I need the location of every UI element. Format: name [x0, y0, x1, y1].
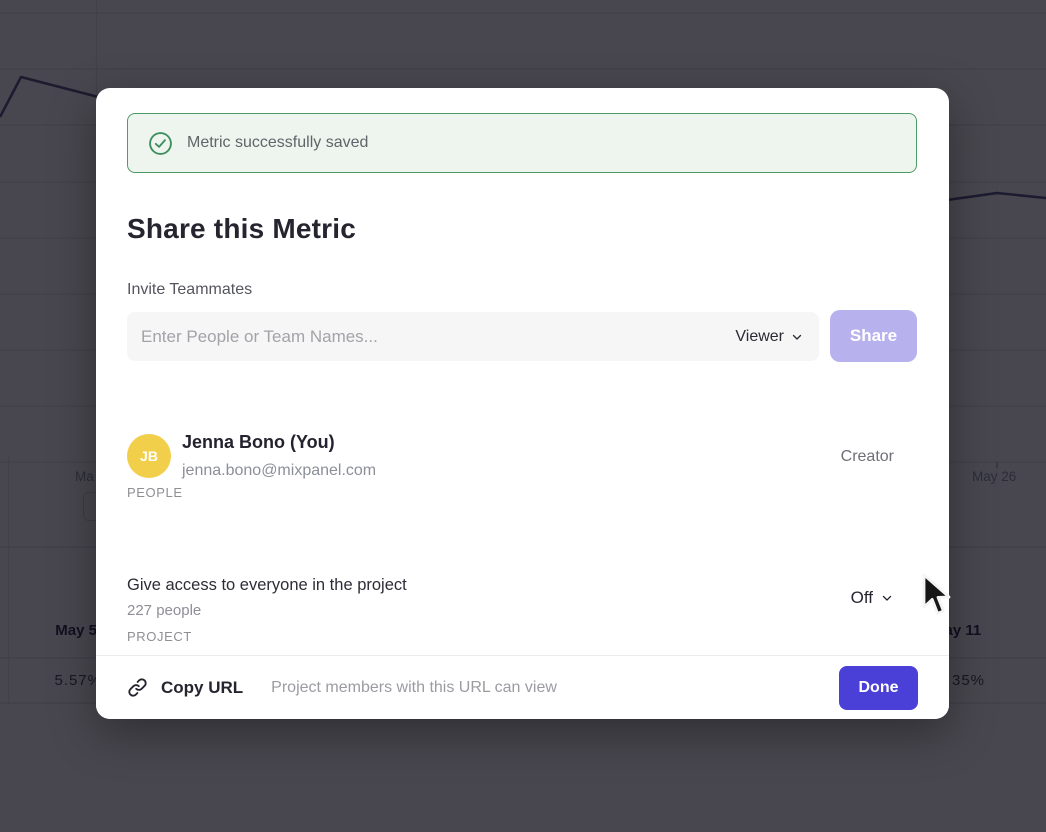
share-button[interactable]: Share	[830, 310, 917, 362]
toast-message: Metric successfully saved	[187, 134, 368, 152]
copy-url-label: Copy URL	[161, 678, 243, 698]
project-access-value: Off	[851, 588, 873, 608]
mouse-cursor	[921, 573, 955, 617]
role-select-value: Viewer	[735, 328, 784, 346]
project-access-title: Give access to everyone in the project	[127, 576, 407, 595]
success-toast: Metric successfully saved	[127, 113, 917, 173]
people-section-label: PEOPLE	[127, 485, 183, 500]
chevron-down-icon	[881, 592, 893, 604]
share-metric-modal: Metric successfully saved Share this Met…	[96, 88, 949, 719]
member-email: jenna.bono@mixpanel.com	[182, 462, 376, 480]
project-people-count: 227 people	[127, 602, 201, 619]
app-stage: Ma May 26 May 5 May 11 5.57% 35% Metric …	[0, 0, 1046, 832]
chevron-down-icon	[791, 331, 803, 343]
avatar: JB	[127, 434, 171, 478]
modal-footer: Copy URL Project members with this URL c…	[96, 655, 949, 719]
done-button[interactable]: Done	[839, 666, 918, 710]
link-icon	[127, 677, 148, 698]
member-name: Jenna Bono (You)	[182, 432, 335, 453]
member-role-label: Creator	[841, 448, 894, 466]
invite-people-input[interactable]	[141, 327, 735, 347]
modal-title: Share this Metric	[127, 213, 356, 245]
role-select-dropdown[interactable]: Viewer	[735, 328, 803, 346]
avatar-initials: JB	[140, 448, 158, 464]
check-circle-icon	[148, 131, 173, 156]
invite-input-container: Viewer	[127, 312, 819, 361]
footer-helper-text: Project members with this URL can view	[271, 679, 557, 697]
project-section-label: PROJECT	[127, 629, 192, 644]
copy-url-button[interactable]: Copy URL	[127, 677, 243, 698]
invite-teammates-label: Invite Teammates	[127, 281, 252, 299]
project-access-dropdown[interactable]: Off	[851, 588, 893, 608]
